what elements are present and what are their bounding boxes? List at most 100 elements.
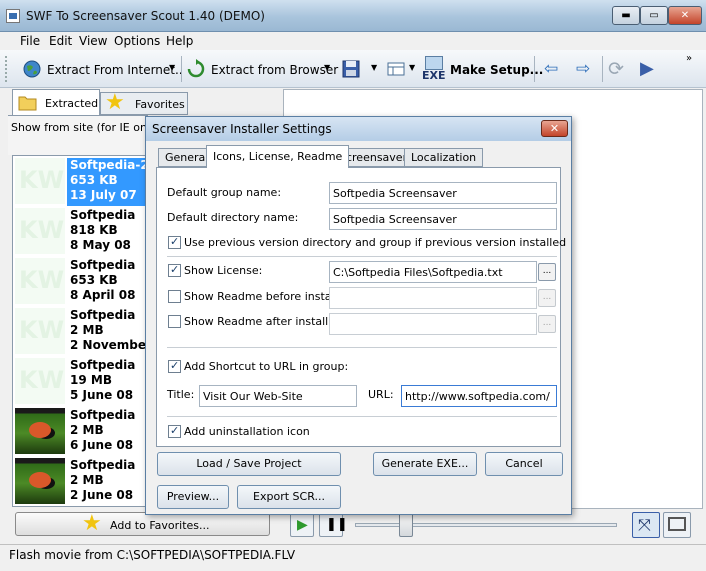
use-previous-label: Use previous version directory and group… xyxy=(184,236,567,249)
toolbar-separator xyxy=(181,56,182,82)
extract-from-internet-button[interactable]: Extract From Internet.. xyxy=(47,63,183,77)
toolbar-separator xyxy=(534,56,535,82)
export-scr-button[interactable]: Export SCR... xyxy=(237,485,341,509)
window-mode-button[interactable] xyxy=(663,512,691,538)
preview-button[interactable]: Preview... xyxy=(157,485,229,509)
toolbar-grip[interactable] xyxy=(5,56,9,82)
extract-from-browser-button[interactable]: Extract from Browser xyxy=(211,63,338,77)
divider xyxy=(167,416,557,417)
cancel-button[interactable]: Cancel xyxy=(485,452,563,476)
readme-after-checkbox[interactable] xyxy=(168,315,181,328)
fullscreen-button[interactable]: ⤧ xyxy=(632,512,660,538)
list-item[interactable]: Softpedia 2 MB 2 June 08 xyxy=(13,456,147,506)
list-item[interactable]: Softpedia818 KB8 May 08 xyxy=(13,206,147,256)
menu-bar: File Edit View Options Help xyxy=(0,32,706,50)
add-shortcut-checkbox[interactable] xyxy=(168,359,181,373)
extracted-list[interactable]: Softpedia-2653 KB13 July 07 Softpedia818… xyxy=(12,155,148,507)
globe-icon xyxy=(23,60,41,78)
list-item[interactable]: Softpedia19 MB5 June 08 xyxy=(13,356,147,406)
extract-browser-dropdown-icon[interactable]: ▼ xyxy=(324,63,330,72)
menu-help[interactable]: Help xyxy=(166,34,193,48)
tab-favorites[interactable]: ★ Favorites xyxy=(100,90,188,115)
back-arrow-icon[interactable]: ⇦ xyxy=(544,59,558,79)
tab-localization[interactable]: Localization xyxy=(404,148,484,167)
show-license-label: Show License: xyxy=(184,264,263,277)
thumbnail xyxy=(15,208,65,254)
thumbnail xyxy=(15,358,65,404)
view-icon[interactable] xyxy=(386,59,406,79)
divider xyxy=(167,256,557,257)
menu-file[interactable]: File xyxy=(20,34,40,48)
license-path-input[interactable]: C:\Softpedia Files\Softpedia.txt xyxy=(329,261,537,283)
thumbnail xyxy=(15,308,65,354)
divider xyxy=(167,347,557,348)
thumbnail xyxy=(15,408,65,454)
play-button[interactable]: ▶ xyxy=(290,513,314,537)
tab-icons-license-readme[interactable]: Icons, License, Readme xyxy=(206,145,350,168)
shortcut-title-input[interactable]: Visit Our Web-Site xyxy=(199,385,357,407)
default-group-label: Default group name: xyxy=(167,186,282,199)
add-uninstall-checkbox[interactable] xyxy=(168,424,181,438)
generate-exe-button[interactable]: Generate EXE... xyxy=(373,452,477,476)
readme-after-label: Show Readme after install: xyxy=(184,315,332,328)
list-item[interactable]: Softpedia-2653 KB13 July 07 xyxy=(13,156,147,206)
list-item[interactable]: Softpedia 2 MB 6 June 08 xyxy=(13,406,147,456)
dialog-close-button[interactable]: ✕ xyxy=(541,120,568,137)
toolbar-separator xyxy=(602,56,603,82)
view-dropdown-icon[interactable]: ▼ xyxy=(409,63,415,72)
readme-before-browse-button[interactable]: ... xyxy=(538,289,556,307)
save-icon[interactable] xyxy=(341,59,361,79)
readme-before-label: Show Readme before install: xyxy=(184,290,342,303)
exe-icon: EXE xyxy=(421,56,447,84)
seek-slider-thumb[interactable] xyxy=(399,513,413,537)
seek-slider-track[interactable] xyxy=(355,523,617,527)
shortcut-url-input[interactable]: http://www.softpedia.com/ xyxy=(401,385,557,407)
status-text: Flash movie from C:\SOFTPEDIA\SOFTPEDIA.… xyxy=(9,548,296,562)
default-directory-input[interactable]: Softpedia Screensaver xyxy=(329,208,557,230)
pause-button[interactable]: ❚❚ xyxy=(319,513,348,537)
shortcut-title-label: Title: xyxy=(167,388,195,401)
play-icon: ▶ xyxy=(297,517,308,533)
close-button[interactable]: ✕ xyxy=(668,6,702,25)
list-item[interactable]: Softpedia2 MB2 November xyxy=(13,306,147,356)
installer-settings-dialog: Screensaver Installer Settings ✕ General… xyxy=(145,116,572,515)
play-movie-icon[interactable]: ▶ xyxy=(640,58,654,79)
menu-edit[interactable]: Edit xyxy=(49,34,72,48)
dialog-tab-page: Default group name: Softpedia Screensave… xyxy=(156,167,566,447)
add-to-favorites-button[interactable]: ★ Add to Favorites... xyxy=(15,511,270,536)
add-uninstall-label: Add uninstallation icon xyxy=(184,425,310,438)
resize-icon: ⤧ xyxy=(638,515,651,534)
folder-icon xyxy=(18,96,37,111)
list-item[interactable]: Softpedia653 KB8 April 08 xyxy=(13,256,147,306)
pause-icon: ❚❚ xyxy=(326,517,348,532)
readme-before-input[interactable] xyxy=(329,287,537,309)
load-save-project-button[interactable]: Load / Save Project xyxy=(157,452,341,476)
window-icon xyxy=(668,517,686,531)
toolbar: Extract From Internet.. ▼ Extract from B… xyxy=(0,50,706,88)
save-dropdown-icon[interactable]: ▼ xyxy=(371,63,377,72)
refresh-icon xyxy=(187,59,205,78)
make-setup-button[interactable]: Make Setup... xyxy=(450,63,543,77)
readme-before-checkbox[interactable] xyxy=(168,290,181,303)
toolbar-overflow-icon[interactable]: » xyxy=(686,53,692,64)
app-icon xyxy=(6,9,20,23)
default-directory-label: Default directory name: xyxy=(167,211,299,224)
star-icon: ★ xyxy=(105,90,125,115)
reload-icon[interactable]: ⟳ xyxy=(608,58,624,80)
default-group-input[interactable]: Softpedia Screensaver xyxy=(329,182,557,204)
readme-after-browse-button[interactable]: ... xyxy=(538,315,556,333)
star-icon: ★ xyxy=(82,511,102,536)
show-license-checkbox[interactable] xyxy=(168,263,181,277)
minimize-button[interactable]: ▬ xyxy=(612,6,640,25)
extract-internet-dropdown-icon[interactable]: ▼ xyxy=(169,63,175,72)
use-previous-checkbox[interactable] xyxy=(168,235,181,249)
thumbnail xyxy=(15,258,65,304)
tab-extracted[interactable]: Extracted xyxy=(12,89,100,115)
menu-view[interactable]: View xyxy=(79,34,107,48)
thumbnail xyxy=(15,158,65,204)
menu-options[interactable]: Options xyxy=(114,34,160,48)
maximize-button[interactable]: ▭ xyxy=(640,6,668,25)
license-browse-button[interactable]: ... xyxy=(538,263,556,281)
readme-after-input[interactable] xyxy=(329,313,537,335)
forward-arrow-icon[interactable]: ⇨ xyxy=(576,59,590,79)
